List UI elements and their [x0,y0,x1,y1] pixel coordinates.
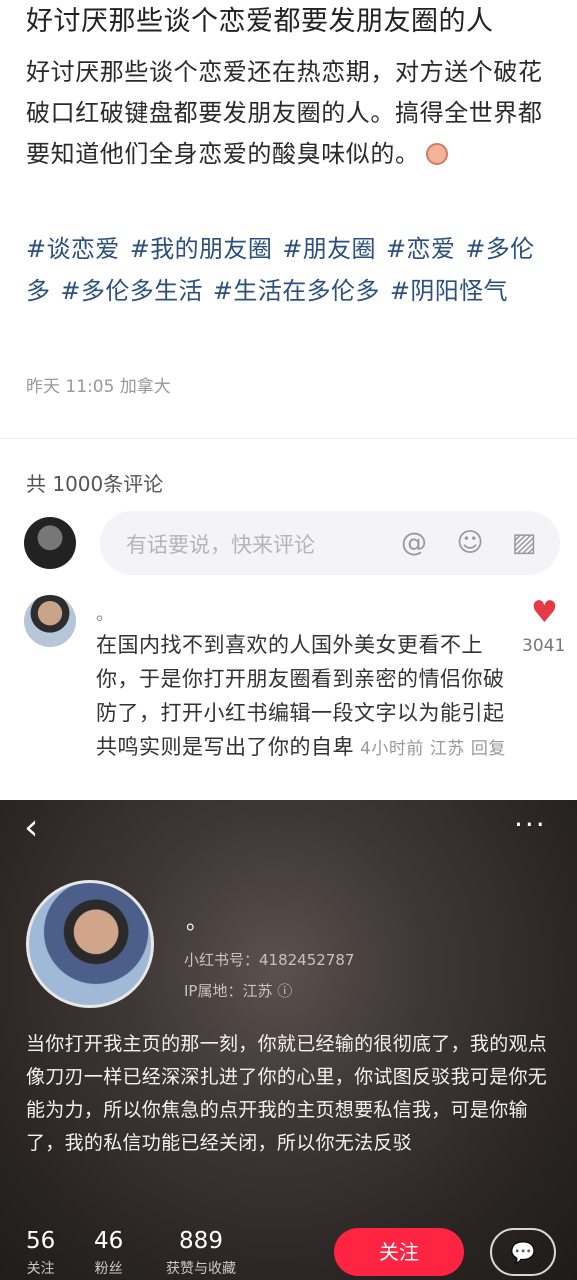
post-meta: 昨天 11:05 加拿大 [26,377,171,397]
tag-link[interactable]: #生活在多伦多 [213,277,380,305]
stat-likes[interactable]: 889 获赞与收藏 [166,1228,236,1278]
post-tags: #谈恋爱 #我的朋友圈 #朋友圈 #恋爱 #多伦多 #多伦多生活 #生活在多伦多 #阴阳怪气 [26,228,566,312]
tag-link[interactable]: #我的朋友圈 [130,235,273,263]
post-body: 好讨厌那些谈个恋爱还在热恋期，对方送个破花破口红破键盘都要发朋友圈的人。搞得全世… [26,52,558,175]
comment-input[interactable]: 有话要说，快来评论 @ ☺ ▨ [100,511,560,575]
stat-followers[interactable]: 46 粉丝 [94,1228,123,1278]
comment-time: 4小时前 [360,739,424,759]
tag-link[interactable]: #朋友圈 [282,235,376,263]
profile-section: ‹ ··· 。 小红书号：4182452787 IP属地：江苏 ⓘ 当你打开我主… [0,800,577,1280]
post-title: 好讨厌那些谈个恋爱都要发朋友圈的人 [26,6,494,37]
tag-link[interactable]: #多伦多生活 [60,277,203,305]
profile-bio: 当你打开我主页的那一刻，你就已经输的很彻底了，我的观点像刀刃一样已经深深扎进了你… [26,1033,548,1154]
tag-link[interactable]: #阴阳怪气 [390,277,508,305]
comment-text: 在国内找不到喜欢的人国外美女更看不上你，于是你打开朋友圈看到亲密的情侣你破防了，… [96,628,516,766]
pig-emoji-icon [425,143,448,165]
profile-ip: IP属地：江苏 ⓘ [184,982,293,1000]
stat-number: 889 [179,1228,223,1254]
tag-link[interactable]: #恋爱 [386,235,455,263]
comment-author-avatar[interactable] [24,595,76,647]
comment-count: 共 1000条评论 [26,472,164,496]
comment-author-name[interactable]: 。 [96,600,114,626]
stat-following[interactable]: 56 关注 [26,1228,55,1278]
at-icon[interactable]: @ [398,527,430,559]
divider [0,438,577,439]
post-body-text: 好讨厌那些谈个恋爱还在热恋期，对方送个破花破口红破键盘都要发朋友圈的人。搞得全世… [26,58,543,168]
reply-button[interactable]: 回复 [471,739,506,759]
stat-label: 获赞与收藏 [166,1261,236,1277]
comment-input-placeholder: 有话要说，快来评论 [126,533,315,557]
stat-number: 46 [94,1228,124,1254]
emoji-icon[interactable]: ☺ [454,527,486,559]
heart-icon[interactable]: ♥ [531,598,558,628]
stat-label: 关注 [26,1261,55,1277]
back-icon[interactable]: ‹ [24,808,38,848]
comment-location: 江苏 [429,739,465,759]
message-icon[interactable]: 💬 [490,1228,556,1276]
tag-link[interactable]: #谈恋爱 [26,235,120,263]
profile-name: 。 [186,910,209,935]
stat-number: 56 [26,1228,56,1254]
more-icon[interactable]: ··· [514,810,547,840]
post-section: 好讨厌那些谈个恋爱都要发朋友圈的人 好讨厌那些谈个恋爱还在热恋期，对方送个破花破… [0,0,577,450]
stat-label: 粉丝 [94,1261,123,1277]
image-icon[interactable]: ▨ [508,527,540,559]
profile-avatar[interactable] [26,880,154,1008]
avatar[interactable] [24,517,76,569]
follow-button[interactable]: 关注 [334,1228,464,1276]
profile-id: 小红书号：4182452787 [184,951,355,969]
like-count: 3041 [522,636,566,656]
